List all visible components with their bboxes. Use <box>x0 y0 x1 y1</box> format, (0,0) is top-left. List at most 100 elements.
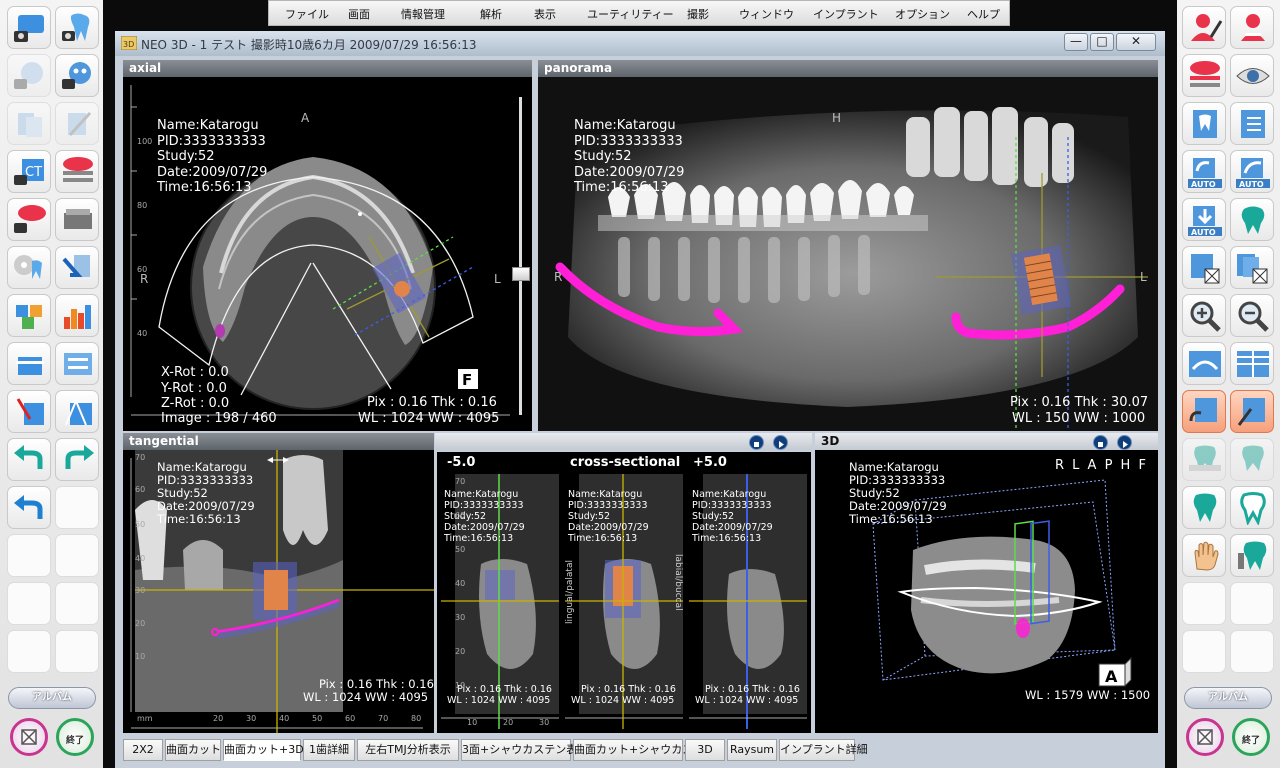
auto-rotate-button[interactable]: AUTO <box>1182 150 1226 193</box>
tooth-hand-button[interactable] <box>1230 438 1274 481</box>
left-toolbar: CT アルバム 終了 <box>0 0 103 768</box>
slice-cube-button[interactable] <box>7 342 51 385</box>
reset-arrow-icon <box>14 495 43 519</box>
edit-patient-button[interactable] <box>1182 6 1226 49</box>
layers-button[interactable] <box>7 102 51 145</box>
tab-curved-cut-3d[interactable]: 曲面カット+3D <box>223 739 304 761</box>
tooth-measure-button[interactable] <box>1182 438 1226 481</box>
zoom-in-button[interactable] <box>1182 294 1226 337</box>
camera-monitor-button[interactable] <box>7 6 51 49</box>
exit-button-right[interactable]: 終了 <box>1232 718 1270 756</box>
3d-play-button[interactable] <box>1117 435 1132 450</box>
axial-orientation-left: R <box>140 272 149 286</box>
play-button[interactable] <box>773 435 788 450</box>
close-button[interactable]: ✕ <box>1116 33 1156 51</box>
tangential-panel[interactable]: tangential Name:Katarogu PID:3333333333 … <box>123 433 434 733</box>
panorama-panel[interactable]: panorama Name:Katarogu PID:3333333333 St… <box>538 60 1158 431</box>
angle-cube-button[interactable] <box>55 390 99 433</box>
import-arrow-button[interactable] <box>55 246 99 289</box>
panorama-view-button[interactable] <box>1182 342 1226 385</box>
tab-raysum[interactable]: Raysum <box>727 739 777 761</box>
cross-sectional-panel[interactable]: -5.0 cross-sectional +5.0 Name:Katarogu … <box>435 433 812 733</box>
edit-view-button[interactable] <box>1230 390 1274 433</box>
tab-implant-detail[interactable]: インプラント詳細 <box>779 739 868 761</box>
tab-single-tooth[interactable]: 1歯詳細 <box>303 739 355 761</box>
tooth-document-button[interactable] <box>1182 102 1226 145</box>
menu-window[interactable]: ウィンドウ <box>739 6 794 22</box>
undo-button[interactable] <box>7 438 51 481</box>
redo-button[interactable] <box>55 438 99 481</box>
camera-tooth-button[interactable] <box>55 6 99 49</box>
3d-orientation-buttons[interactable]: R L A P H F <box>1055 458 1148 473</box>
cross-slice-3[interactable]: Name:Katarogu PID:3333333333 Study:52 Da… <box>689 474 807 729</box>
tooth-select-button[interactable] <box>1182 486 1226 529</box>
maximize-button[interactable]: □ <box>1090 33 1114 51</box>
grid-layout-button[interactable] <box>1230 342 1274 385</box>
ct-camera-button[interactable]: CT <box>7 150 51 193</box>
auto-forward-button[interactable]: AUTO <box>1230 150 1274 193</box>
menu-view[interactable]: 表示 <box>534 6 556 22</box>
rotate-view-button[interactable] <box>1182 390 1226 433</box>
tooth-delete-button[interactable] <box>1182 246 1226 289</box>
menu-options[interactable]: オプション <box>895 6 950 22</box>
hand-pan-button[interactable] <box>1182 534 1226 577</box>
measure-pin-button[interactable] <box>7 390 51 433</box>
tab-three-plane-schaukasten[interactable]: 3面+シャウカステン表示 <box>461 739 588 761</box>
menu-capture[interactable]: 撮影 <box>687 6 709 22</box>
teeth-camera-button[interactable] <box>7 198 51 241</box>
zoom-out-button[interactable] <box>1230 294 1274 337</box>
tab-curved-cut[interactable]: 曲面カット <box>165 739 221 761</box>
empty-slot <box>1230 582 1274 625</box>
empty-slot <box>1182 582 1226 625</box>
album-button-right[interactable]: アルバム <box>1184 687 1272 709</box>
minimize-button[interactable]: — <box>1064 33 1088 51</box>
disc-import-button[interactable] <box>7 246 51 289</box>
tab-curved-cut-schaukasten[interactable]: 曲面カット+シャウカステン <box>573 739 715 761</box>
menu-help[interactable]: ヘルプ <box>967 6 1000 22</box>
tab-2x2[interactable]: 2X2 <box>123 739 163 761</box>
view-eye-button[interactable] <box>1230 54 1274 97</box>
menu-screen[interactable]: 画面 <box>348 6 370 22</box>
3d-stop-button[interactable] <box>1093 435 1108 450</box>
layers-tools-button[interactable] <box>55 102 99 145</box>
menu-info-management[interactable]: 情報管理 <box>401 6 445 22</box>
tab-tmj-analysis[interactable]: 左右TMJ分析表示 <box>357 739 459 761</box>
cross-slice-1[interactable]: Name:Katarogu PID:3333333333 Study:52 Da… <box>441 474 559 729</box>
axial-panel[interactable]: axial F Name:Katarogu PID:3333333333 Stu… <box>123 60 532 431</box>
auto-download-button[interactable]: AUTO <box>1182 198 1226 241</box>
empty-slot <box>55 630 99 673</box>
camera-head-button[interactable] <box>7 54 51 97</box>
camera-skull-button[interactable] <box>55 54 99 97</box>
menu-file[interactable]: ファイル <box>285 6 329 22</box>
teeth-records-button[interactable] <box>1182 54 1226 97</box>
3d-panel[interactable]: 3D A Name:Katarogu PID:3333333333 Study:… <box>815 433 1158 733</box>
scanner-button[interactable] <box>55 198 99 241</box>
panorama-orientation-left: R <box>554 270 563 284</box>
patient-list-button[interactable] <box>1230 6 1274 49</box>
report-button[interactable] <box>1230 102 1274 145</box>
slice-slider[interactable] <box>510 91 532 431</box>
exit-button[interactable]: 終了 <box>56 718 94 756</box>
tooth-root-button[interactable] <box>1230 486 1274 529</box>
tab-3d[interactable]: 3D <box>685 739 725 761</box>
cross-sectional-area[interactable]: -5.0 cross-sectional +5.0 Name:Katarogu … <box>437 452 811 733</box>
implant-tooth-button[interactable] <box>1230 534 1274 577</box>
menu-utility[interactable]: ユーティリティー <box>587 6 674 22</box>
teeth-list-button[interactable] <box>55 150 99 193</box>
histogram-button[interactable] <box>55 294 99 337</box>
clear-button-right[interactable] <box>1186 718 1224 756</box>
menu-analysis[interactable]: 解析 <box>480 6 502 22</box>
menu-implant[interactable]: インプラント <box>813 6 879 22</box>
slice-cube-icon <box>16 357 44 375</box>
clear-button[interactable] <box>10 718 48 756</box>
axial-header: axial <box>123 60 532 77</box>
slider-thumb[interactable] <box>512 267 530 281</box>
stop-button[interactable] <box>749 435 764 450</box>
multi-delete-button[interactable] <box>1230 246 1274 289</box>
album-button[interactable]: アルバム <box>8 687 96 709</box>
reset-undo-button[interactable] <box>7 486 51 529</box>
volume-cubes-button[interactable] <box>7 294 51 337</box>
cross-slice-2[interactable]: Name:Katarogu PID:3333333333 Study:52 Da… <box>565 474 683 729</box>
tooth-green-button[interactable] <box>1230 198 1274 241</box>
adjust-sliders-button[interactable] <box>55 342 99 385</box>
